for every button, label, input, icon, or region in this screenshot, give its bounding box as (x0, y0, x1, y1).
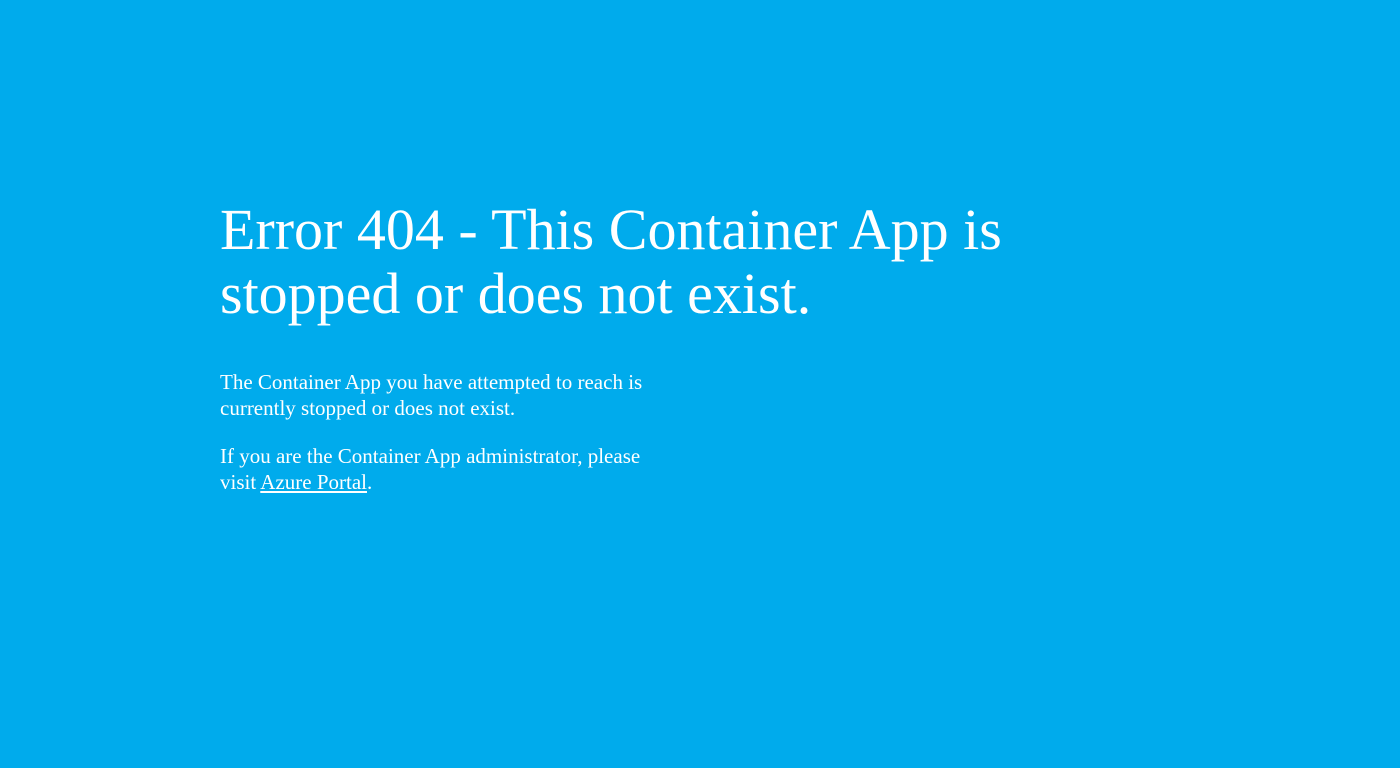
admin-instructions-suffix: . (367, 470, 373, 494)
error-page: { "colors": { "background": "#00abec", "… (0, 0, 1400, 768)
admin-instructions: If you are the Container App administrat… (220, 443, 680, 495)
error-content: Error 404 - This Container App is stoppe… (220, 198, 1020, 495)
error-heading: Error 404 - This Container App is stoppe… (220, 197, 1002, 326)
azure-portal-link[interactable]: Azure Portal (260, 470, 367, 494)
error-message: The Container App you have attempted to … (220, 370, 643, 420)
